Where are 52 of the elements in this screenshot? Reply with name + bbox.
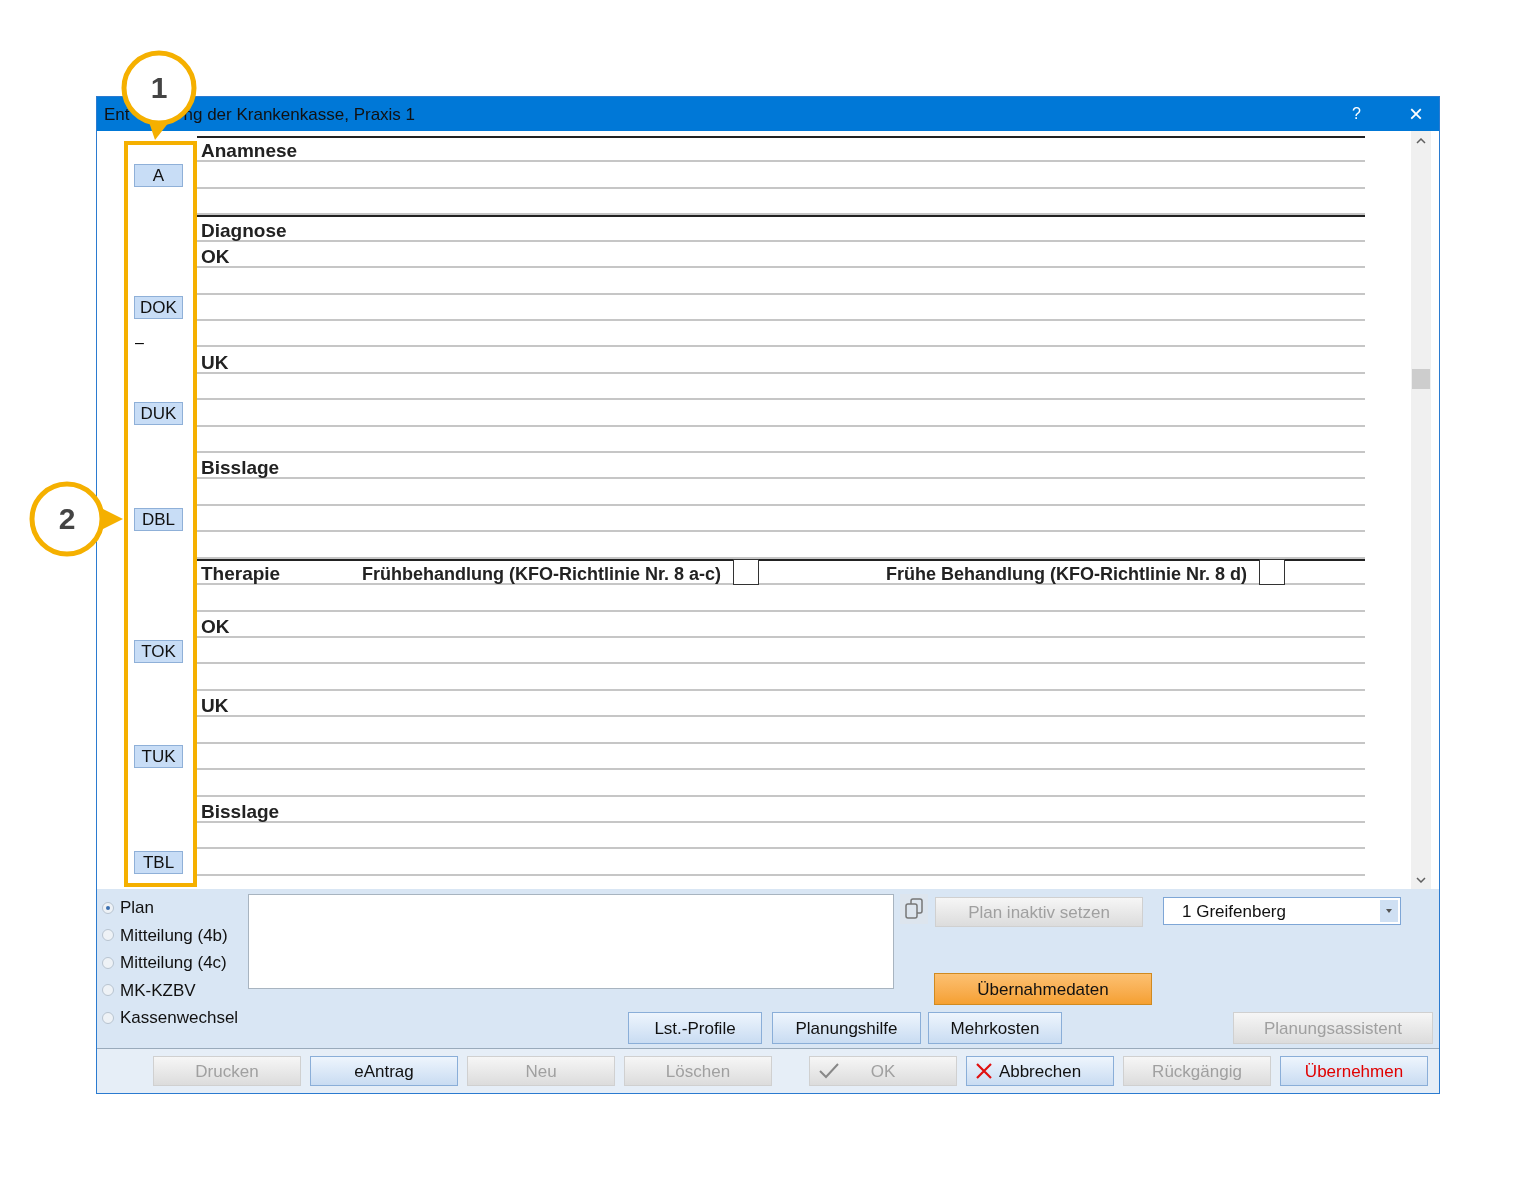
dash-mark: – [135, 335, 144, 352]
field-label: Bisslage [200, 458, 281, 478]
radio-button[interactable] [102, 901, 114, 914]
radio-label: Mitteilung (4b) [120, 926, 228, 944]
radio-button[interactable] [102, 929, 114, 942]
notes-field[interactable] [248, 894, 894, 989]
radio-button[interactable] [102, 1011, 114, 1024]
callout-number: 1 [150, 73, 168, 103]
field-label: Anamnese [200, 141, 299, 161]
scrollbar[interactable] [1411, 131, 1431, 889]
radio-label: Kassenwechsel [120, 1009, 239, 1027]
section-button[interactable]: TUK [134, 745, 183, 769]
section-button[interactable]: DUK [134, 401, 183, 425]
radio-label: Plan [120, 899, 155, 917]
option-label: Frühe Behandlung (KFO-Richtlinie Nr. 8 d) [886, 565, 1247, 584]
transfer-button[interactable]: Übernahmedaten [934, 973, 1152, 1005]
option-checkbox[interactable] [733, 559, 759, 586]
field-label: Diagnose [200, 220, 288, 240]
field-label: UK [200, 352, 230, 372]
help-button[interactable]: ? [1352, 106, 1361, 122]
dialog-button[interactable]: Übernehmen [1280, 1056, 1428, 1086]
radio-button[interactable] [102, 984, 114, 997]
field-label: Therapie [200, 564, 282, 584]
section-button[interactable]: A [134, 164, 183, 188]
check-icon [818, 1062, 840, 1080]
tool-button[interactable]: Planungshilfe [772, 1012, 921, 1044]
tool-button[interactable]: Mehrkosten [928, 1012, 1062, 1044]
dialog-button[interactable]: Abbrechen [966, 1056, 1114, 1086]
field-label: Bisslage [200, 801, 281, 821]
field-label: UK [200, 696, 230, 716]
option-checkbox[interactable] [1259, 559, 1285, 586]
section-button[interactable]: DBL [134, 507, 183, 531]
caret-icon [1386, 909, 1392, 913]
field-label: OK [200, 247, 231, 267]
window-title: Ent [104, 105, 130, 123]
location-dropdown[interactable]: 1 Greifenberg [1163, 897, 1401, 925]
radio-label: MK-KZBV [120, 981, 196, 999]
option-label: Frühbehandlung (KFO-Richtlinie Nr. 8 a-c) [362, 565, 721, 584]
tool-button[interactable]: Lst.-Profile [628, 1012, 762, 1044]
callout-number: 2 [58, 504, 76, 534]
section-button[interactable]: TBL [134, 851, 183, 875]
section-button[interactable]: TOK [134, 639, 183, 663]
section-button[interactable]: DOK [134, 296, 183, 320]
copy-icon [904, 898, 924, 920]
radio-label: Mitteilung (4c) [120, 954, 227, 972]
radio-button[interactable] [102, 956, 114, 969]
scrollbar-thumb[interactable] [1412, 369, 1430, 389]
close-icon [975, 1062, 993, 1080]
field-label: OK [200, 617, 231, 636]
close-button[interactable]: × [1409, 102, 1423, 126]
dialog-button[interactable]: eAntrag [310, 1056, 458, 1086]
copy-button[interactable] [900, 894, 928, 924]
